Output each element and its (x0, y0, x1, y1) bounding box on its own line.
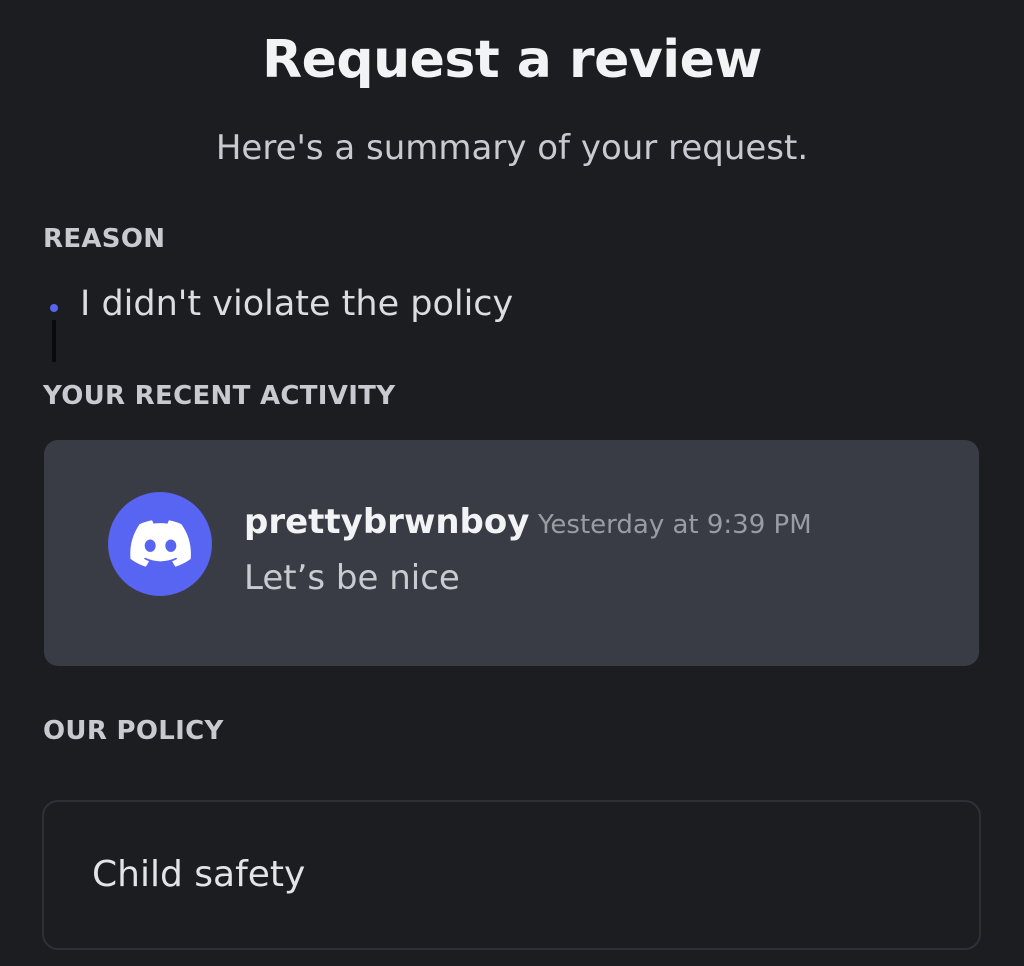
reason-text: I didn't violate the policy (80, 284, 514, 324)
policy-name: Child safety (92, 854, 306, 895)
policy-card: Child safety (42, 800, 981, 950)
message-content: Let’s be nice (244, 558, 460, 598)
page-title: Request a review (262, 30, 762, 90)
reason-section-label: REASON (43, 224, 166, 254)
reason-list-item: I didn't violate the policy (45, 284, 745, 364)
discord-logo-icon (130, 520, 191, 567)
policy-section-label: OUR POLICY (43, 716, 224, 746)
page-subtitle: Here's a summary of your request. (215, 128, 809, 168)
bullet-icon (50, 304, 58, 312)
message-timestamp: Yesterday at 9:39 PM (538, 510, 812, 540)
activity-section-label: YOUR RECENT ACTIVITY (43, 381, 396, 411)
divider (52, 320, 56, 362)
recent-activity-message-card: prettybrwnboy Yesterday at 9:39 PM Let’s… (44, 440, 979, 666)
request-review-page: Request a review Here's a summary of you… (0, 0, 1024, 966)
avatar (108, 492, 212, 596)
message-username: prettybrwnboy (244, 502, 530, 542)
